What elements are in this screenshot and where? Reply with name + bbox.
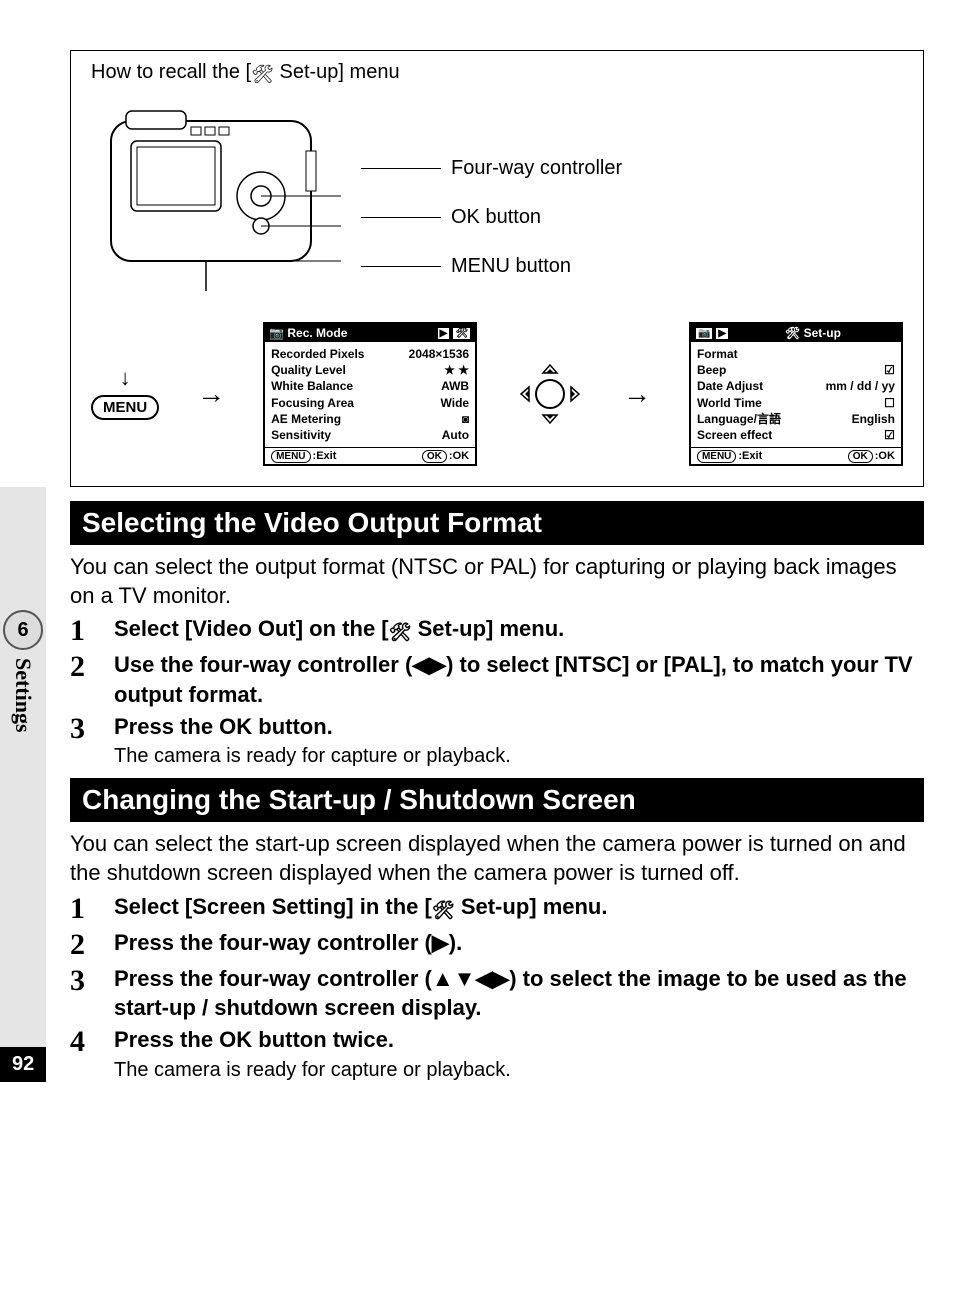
section-heading-screen: Changing the Start-up / Shutdown Screen xyxy=(70,778,924,822)
camera-icon: 📷 xyxy=(269,326,284,340)
section1-intro: You can select the output format (NTSC o… xyxy=(70,553,924,610)
tools-icon: 🛠 xyxy=(432,898,455,922)
arrow-down-icon: ↓ xyxy=(120,365,131,391)
chapter-circle: 6 xyxy=(3,610,43,650)
callout-menu: MENU button xyxy=(451,255,571,278)
chapter-number: 6 xyxy=(17,619,28,642)
section1-steps: Select [Video Out] on the [🛠 Set-up] men… xyxy=(70,614,924,768)
diagram-box: How to recall the [🛠 Set-up] menu xyxy=(70,50,924,487)
tools-icon: 🛠 xyxy=(251,64,274,85)
dpad-icon xyxy=(515,359,585,429)
camera-illustration xyxy=(91,91,341,306)
section-heading-video: Selecting the Video Output Format xyxy=(70,501,924,545)
lcd-setup: 📷 ▶ 🛠 Set-up Format Beep☑ Date Adjustmm … xyxy=(689,322,903,466)
left-margin-strip xyxy=(0,0,46,1082)
arrow-right-icon: → xyxy=(623,378,651,410)
side-tab: 6 Settings xyxy=(0,610,46,810)
page-number: 92 xyxy=(0,1047,46,1082)
tab-camera-icon: 📷 xyxy=(695,327,713,340)
chapter-label: Settings xyxy=(10,658,36,733)
callout-fourway: Four-way controller xyxy=(451,157,622,180)
tools-icon: 🛠 xyxy=(389,620,412,644)
tab-play-icon: ▶ xyxy=(437,327,451,340)
diagram-title: How to recall the [🛠 Set-up] menu xyxy=(91,61,903,85)
section2-steps: Select [Screen Setting] in the [🛠 Set-up… xyxy=(70,892,924,1082)
menu-button-pill: MENU xyxy=(91,395,159,420)
lcd-rec-mode: 📷 Rec. Mode ▶ 🛠 Recorded Pixels2048×1536… xyxy=(263,322,477,466)
callout-ok: OK button xyxy=(451,206,541,229)
tab-play-icon: ▶ xyxy=(715,327,729,340)
tab-setup-icon: 🛠 xyxy=(452,327,471,340)
callouts: Four-way controller OK button MENU butto… xyxy=(361,91,622,278)
arrow-right-icon: → xyxy=(197,378,225,410)
section2-intro: You can select the start-up screen displ… xyxy=(70,830,924,887)
